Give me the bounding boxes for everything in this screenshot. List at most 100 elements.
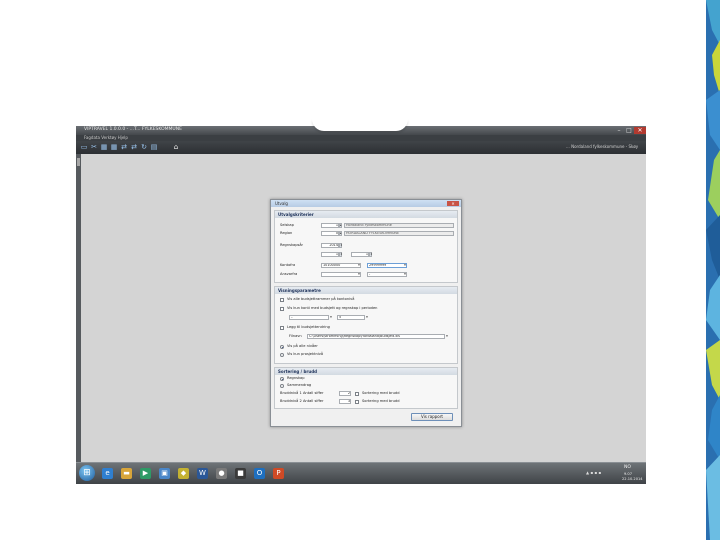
outlook-icon[interactable]: O: [254, 468, 265, 479]
decorative-edge: [706, 0, 720, 540]
swap-icon[interactable]: ⇄: [120, 143, 128, 151]
region-lookup-button[interactable]: ▸: [339, 231, 342, 236]
vis-kun-label: Vis kun konti med budsjett og regnskap i…: [287, 306, 378, 310]
selskap-lookup-button[interactable]: ▸: [339, 223, 342, 228]
range-to-field[interactable]: 5: [337, 315, 365, 320]
app-icon[interactable]: ▣: [159, 468, 170, 479]
vis-rapport-button[interactable]: Vis rapport: [411, 413, 453, 421]
radio-regnskap-label: Regnskap: [287, 376, 305, 380]
regnskapsaar-label: Regnskapsår: [280, 243, 304, 247]
sortering-section: Sortering / brudd Regnskap Sammendrag Br…: [274, 367, 458, 409]
vis-kun-checkbox[interactable]: [280, 307, 284, 311]
radio-alle-nivaer[interactable]: [280, 345, 284, 349]
selskap-name-field: Hordaland Fylkeskommune: [344, 223, 454, 228]
app-icon[interactable]: ◆: [178, 468, 189, 479]
tray-icons[interactable]: ▲ ▪ ▪ ▪: [586, 470, 601, 475]
clock-time[interactable]: 9.07: [624, 472, 632, 476]
radio-alle-nivaer-label: Vis på alle nivåer: [287, 344, 318, 348]
ansvar-to-field[interactable]: -: [367, 272, 407, 277]
window-title: VIPTRAVEL 1.0.0.0 - ...T... FYLKESKOMMUN…: [84, 127, 182, 132]
document-icon[interactable]: ▭: [80, 143, 88, 151]
slide-page: VIPTRAVEL 1.0.0.0 - ...T... FYLKESKOMMUN…: [0, 0, 720, 540]
region-name-field: HORDALAND FYLKESKOMMUNE: [344, 231, 454, 236]
language-indicator[interactable]: NO: [624, 465, 631, 470]
radio-prosjektniva[interactable]: [280, 353, 284, 357]
grid-icon[interactable]: ▦: [110, 143, 118, 151]
refresh-icon[interactable]: ↻: [140, 143, 148, 151]
selskap-label: Selskap: [280, 223, 294, 227]
tools-icon[interactable]: ✂: [90, 143, 98, 151]
bruddniva-2-field[interactable]: 3: [339, 399, 351, 404]
app-icon[interactable]: ■: [235, 468, 246, 479]
chart-icon[interactable]: ▤: [150, 143, 158, 151]
selskap-code-field[interactable]: 1: [321, 223, 339, 228]
bruddniva-1-check-label: Sortering med brudd: [362, 391, 400, 395]
periode-to-stepper[interactable]: ↕: [369, 252, 373, 257]
section-heading: Visningsparametre: [275, 287, 457, 294]
utvalg-section: Utvalgskriterier Selskap 1 ▸ Hordaland F…: [274, 210, 458, 283]
filename-browse-icon[interactable]: ▾: [445, 334, 449, 339]
periode-to-field[interactable]: 1: [351, 252, 369, 257]
range-to-dropdown-icon[interactable]: ▾: [365, 315, 369, 320]
periode-from-field[interactable]: 1: [321, 252, 339, 257]
konto-to-field[interactable]: 29999999: [367, 263, 407, 268]
ansvar-label: Ansvarfra: [280, 272, 298, 276]
vis-alle-checkbox[interactable]: [280, 298, 284, 302]
radio-regnskap[interactable]: [280, 377, 284, 381]
close-button[interactable]: ✕: [634, 127, 646, 134]
clock-date[interactable]: 22.10.2014: [622, 477, 643, 481]
dialog-title: Utvalg: [275, 201, 288, 206]
ansvar-to-dropdown-icon[interactable]: ▾: [403, 272, 407, 277]
range-from-dropdown-icon[interactable]: ▾: [329, 315, 333, 320]
gutter-handle[interactable]: [77, 158, 80, 166]
start-button[interactable]: ⊞: [79, 465, 95, 481]
bruddniva-2-checkbox[interactable]: [355, 399, 359, 404]
region-label: Region: [280, 231, 293, 235]
decorative-notch: [312, 119, 408, 131]
bruddniva-2-check-label: Sortering med brudd: [362, 399, 400, 403]
filename-label: Filnavn: [289, 334, 302, 338]
left-gutter: [76, 154, 81, 462]
powerpoint-icon[interactable]: P: [273, 468, 284, 479]
maximize-button[interactable]: □: [624, 127, 634, 134]
user-info: ... Nordaland fylkeskommune - Skøy: [566, 144, 639, 149]
word-icon[interactable]: W: [197, 468, 208, 479]
range-from-field[interactable]: –: [289, 315, 329, 320]
visning-section: Visningsparametre Vis alle budsjettramme…: [274, 286, 458, 364]
app-icon[interactable]: ●: [216, 468, 227, 479]
vis-alle-label: Vis alle budsjettrammer på kontonivå: [287, 297, 355, 301]
region-code-field[interactable]: 0: [321, 231, 339, 236]
bruddniva-2-label: Bruddnivå 2 Antall siffer: [280, 399, 324, 403]
dialog-title-bar: Utvalg ✕: [271, 200, 461, 207]
ansvar-from-field[interactable]: [321, 272, 361, 277]
konto-from-dropdown-icon[interactable]: ▾: [357, 263, 361, 268]
konto-to-dropdown-icon[interactable]: ▾: [403, 263, 407, 268]
minimize-button[interactable]: –: [614, 127, 624, 134]
grid-icon[interactable]: ▦: [100, 143, 108, 151]
radio-sammendrag[interactable]: [280, 384, 284, 388]
regnskapsaar-stepper[interactable]: ↕: [339, 243, 343, 248]
toolbar: ▭ ✂ ▦ ▦ ⇄ ⇄ ↻ ▤ ⌂ ... Nordaland fylkesko…: [76, 141, 646, 154]
bruddniva-1-field[interactable]: 2: [339, 391, 351, 396]
swap-icon[interactable]: ⇄: [130, 143, 138, 151]
ie-icon[interactable]: e: [102, 468, 113, 479]
taskbar: ⊞ e ▬ ▶ ▣ ◆ W ● ■ O P ▲ ▪ ▪ ▪ NO 9.07 22.10.2014: [76, 462, 646, 484]
regnskapsaar-field[interactable]: 2014: [321, 243, 339, 248]
desktop-screenshot: VIPTRAVEL 1.0.0.0 - ...T... FYLKESKOMMUN…: [76, 126, 646, 484]
media-icon[interactable]: ▶: [140, 468, 151, 479]
bruddniva-1-label: Bruddnivå 1 Antall siffer: [280, 391, 324, 395]
dialog-close-button[interactable]: ✕: [447, 201, 459, 206]
konto-label: Kontofra: [280, 263, 296, 267]
radio-prosjektniva-label: Vis kun prosjektnivå: [287, 352, 324, 356]
budsjettendring-checkbox[interactable]: [280, 326, 284, 330]
section-heading: Utvalgskriterier: [275, 211, 457, 218]
bruddniva-1-checkbox[interactable]: [355, 391, 359, 396]
folder-icon[interactable]: ▬: [121, 468, 132, 479]
periode-from-stepper[interactable]: ↕: [339, 252, 343, 257]
filename-field[interactable]: C:\Users\stromming\Regnskap\Hordaland\Bu…: [307, 334, 445, 339]
radio-sammendrag-label: Sammendrag: [287, 383, 312, 387]
home-icon[interactable]: ⌂: [172, 143, 180, 151]
utvalg-dialog: Utvalg ✕ Utvalgskriterier Selskap 1 ▸ Ho…: [270, 199, 462, 427]
ansvar-from-dropdown-icon[interactable]: ▾: [357, 272, 361, 277]
konto-from-field[interactable]: 10100000: [321, 263, 361, 268]
